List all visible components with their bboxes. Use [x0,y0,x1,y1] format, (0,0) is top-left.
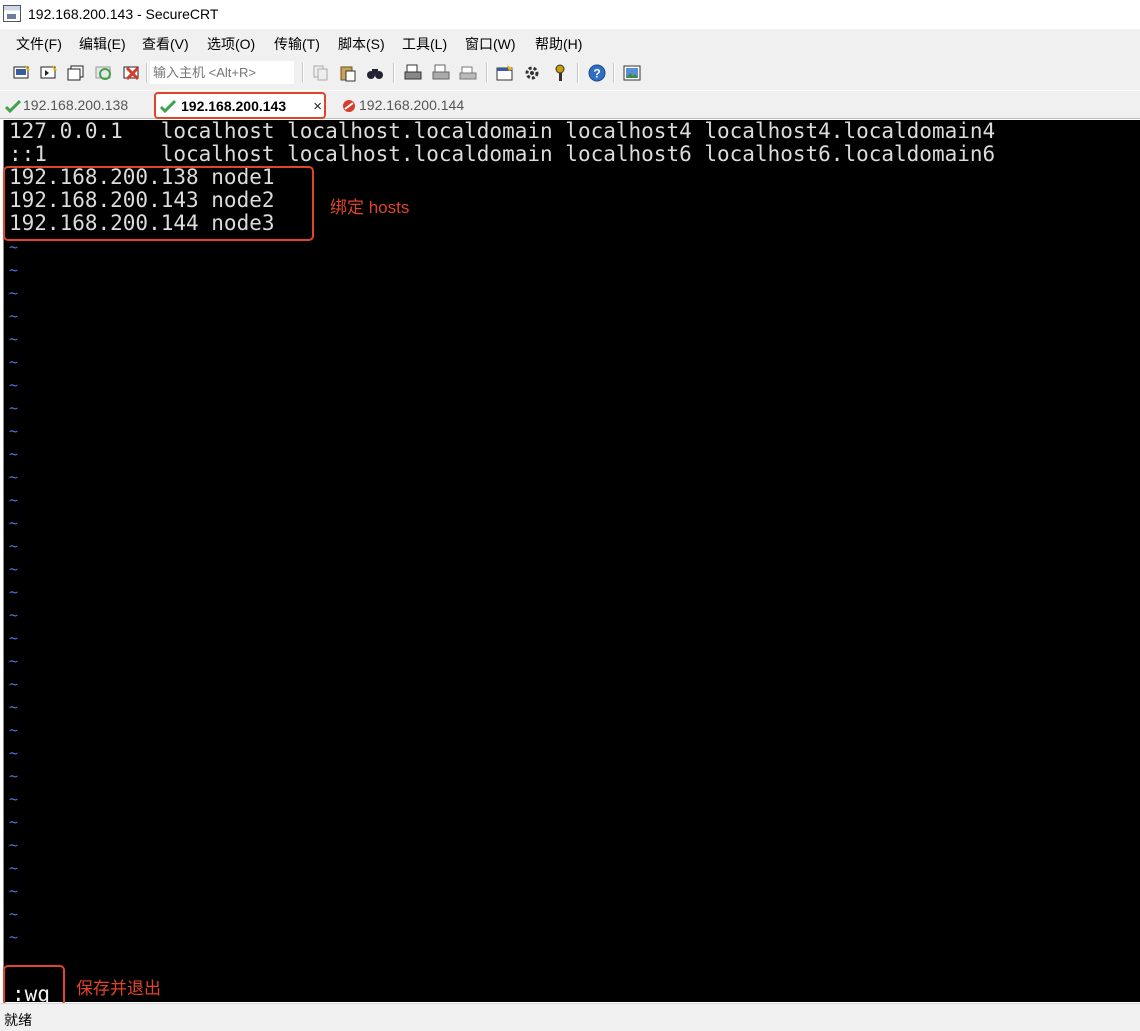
menu-help[interactable]: 帮助(H) [535,34,582,54]
toolbar-separator [613,63,615,83]
menu-window[interactable]: 窗口(W) [465,34,516,54]
toolbar: ? [0,56,1140,90]
tab-192-168-200-144[interactable]: 192.168.200.144 [336,93,496,118]
print-icon[interactable] [404,64,422,82]
tab-192-168-200-138[interactable]: 192.168.200.138 [0,93,150,118]
toolbar-separator [393,63,395,83]
check-icon [5,99,21,113]
reconnect-icon[interactable] [95,64,113,82]
menu-tools[interactable]: 工具(L) [402,34,447,54]
window-title: 192.168.200.143 - SecureCRT [28,6,219,22]
svg-text:?: ? [593,67,600,81]
hosts-annotation-box [3,166,314,241]
menu-transfer[interactable]: 传输(T) [274,34,320,54]
menu-options[interactable]: 选项(O) [207,34,255,54]
tab-label: 192.168.200.138 [23,97,129,113]
toolbar-separator [577,63,579,83]
disconnect-icon[interactable] [123,64,141,82]
toolbar-separator [146,63,148,83]
save-annotation-label: 保存并退出 [76,979,161,998]
menu-bar: 文件(F) 编辑(E) 查看(V) 选项(O) 传输(T) 脚本(S) 工具(L… [0,29,1140,56]
title-bar: 192.168.200.143 - SecureCRT [0,0,1140,29]
hosts-line: 127.0.0.1 localhost localhost.localdomai… [9,119,996,143]
print-selection-icon[interactable] [432,64,450,82]
screenshot-icon[interactable] [623,64,641,82]
disconnected-icon [343,100,355,112]
printer-setup-icon[interactable] [459,64,477,82]
session-tab-bar: 192.168.200.138 192.168.200.143 × 192.16… [0,91,1140,119]
terminal-screen[interactable]: 127.0.0.1 localhost localhost.localdomai… [3,119,1140,1006]
paste-icon[interactable] [339,64,357,82]
hosts-line: ::1 localhost localhost.localdomain loca… [9,142,996,166]
close-tab-icon[interactable]: × [313,98,322,115]
global-options-icon[interactable] [523,64,541,82]
status-bar: 就绪 [0,1003,1140,1031]
menu-edit[interactable]: 编辑(E) [79,34,126,54]
quick-connect-icon[interactable] [40,64,58,82]
help-icon[interactable]: ? [588,64,606,82]
connect-tab-icon[interactable] [67,64,85,82]
connect-icon[interactable] [13,64,31,82]
keymap-icon[interactable] [551,64,569,82]
tab-192-168-200-143[interactable]: 192.168.200.143 × [154,92,326,119]
copy-icon[interactable] [312,64,330,82]
status-text: 就绪 [4,1012,32,1028]
vim-empty-line-markers: ~ ~ ~ ~ ~ ~ ~ ~ ~ ~ ~ ~ ~ ~ ~ ~ ~ ~ ~ ~ … [9,238,19,946]
tab-label: 192.168.200.144 [359,97,465,113]
menu-file[interactable]: 文件(F) [16,34,62,54]
find-icon[interactable] [366,64,384,82]
tab-label: 192.168.200.143 [181,98,287,114]
quick-connect-input[interactable] [150,61,294,84]
app-icon [3,5,21,22]
menu-view[interactable]: 查看(V) [142,34,189,54]
hosts-annotation-label: 绑定 hosts [330,198,410,217]
toolbar-separator [302,63,304,83]
session-options-icon[interactable] [496,64,514,82]
command-annotation-box [3,965,65,1006]
menu-script[interactable]: 脚本(S) [338,34,385,54]
check-icon [160,99,176,113]
toolbar-separator [486,63,488,83]
